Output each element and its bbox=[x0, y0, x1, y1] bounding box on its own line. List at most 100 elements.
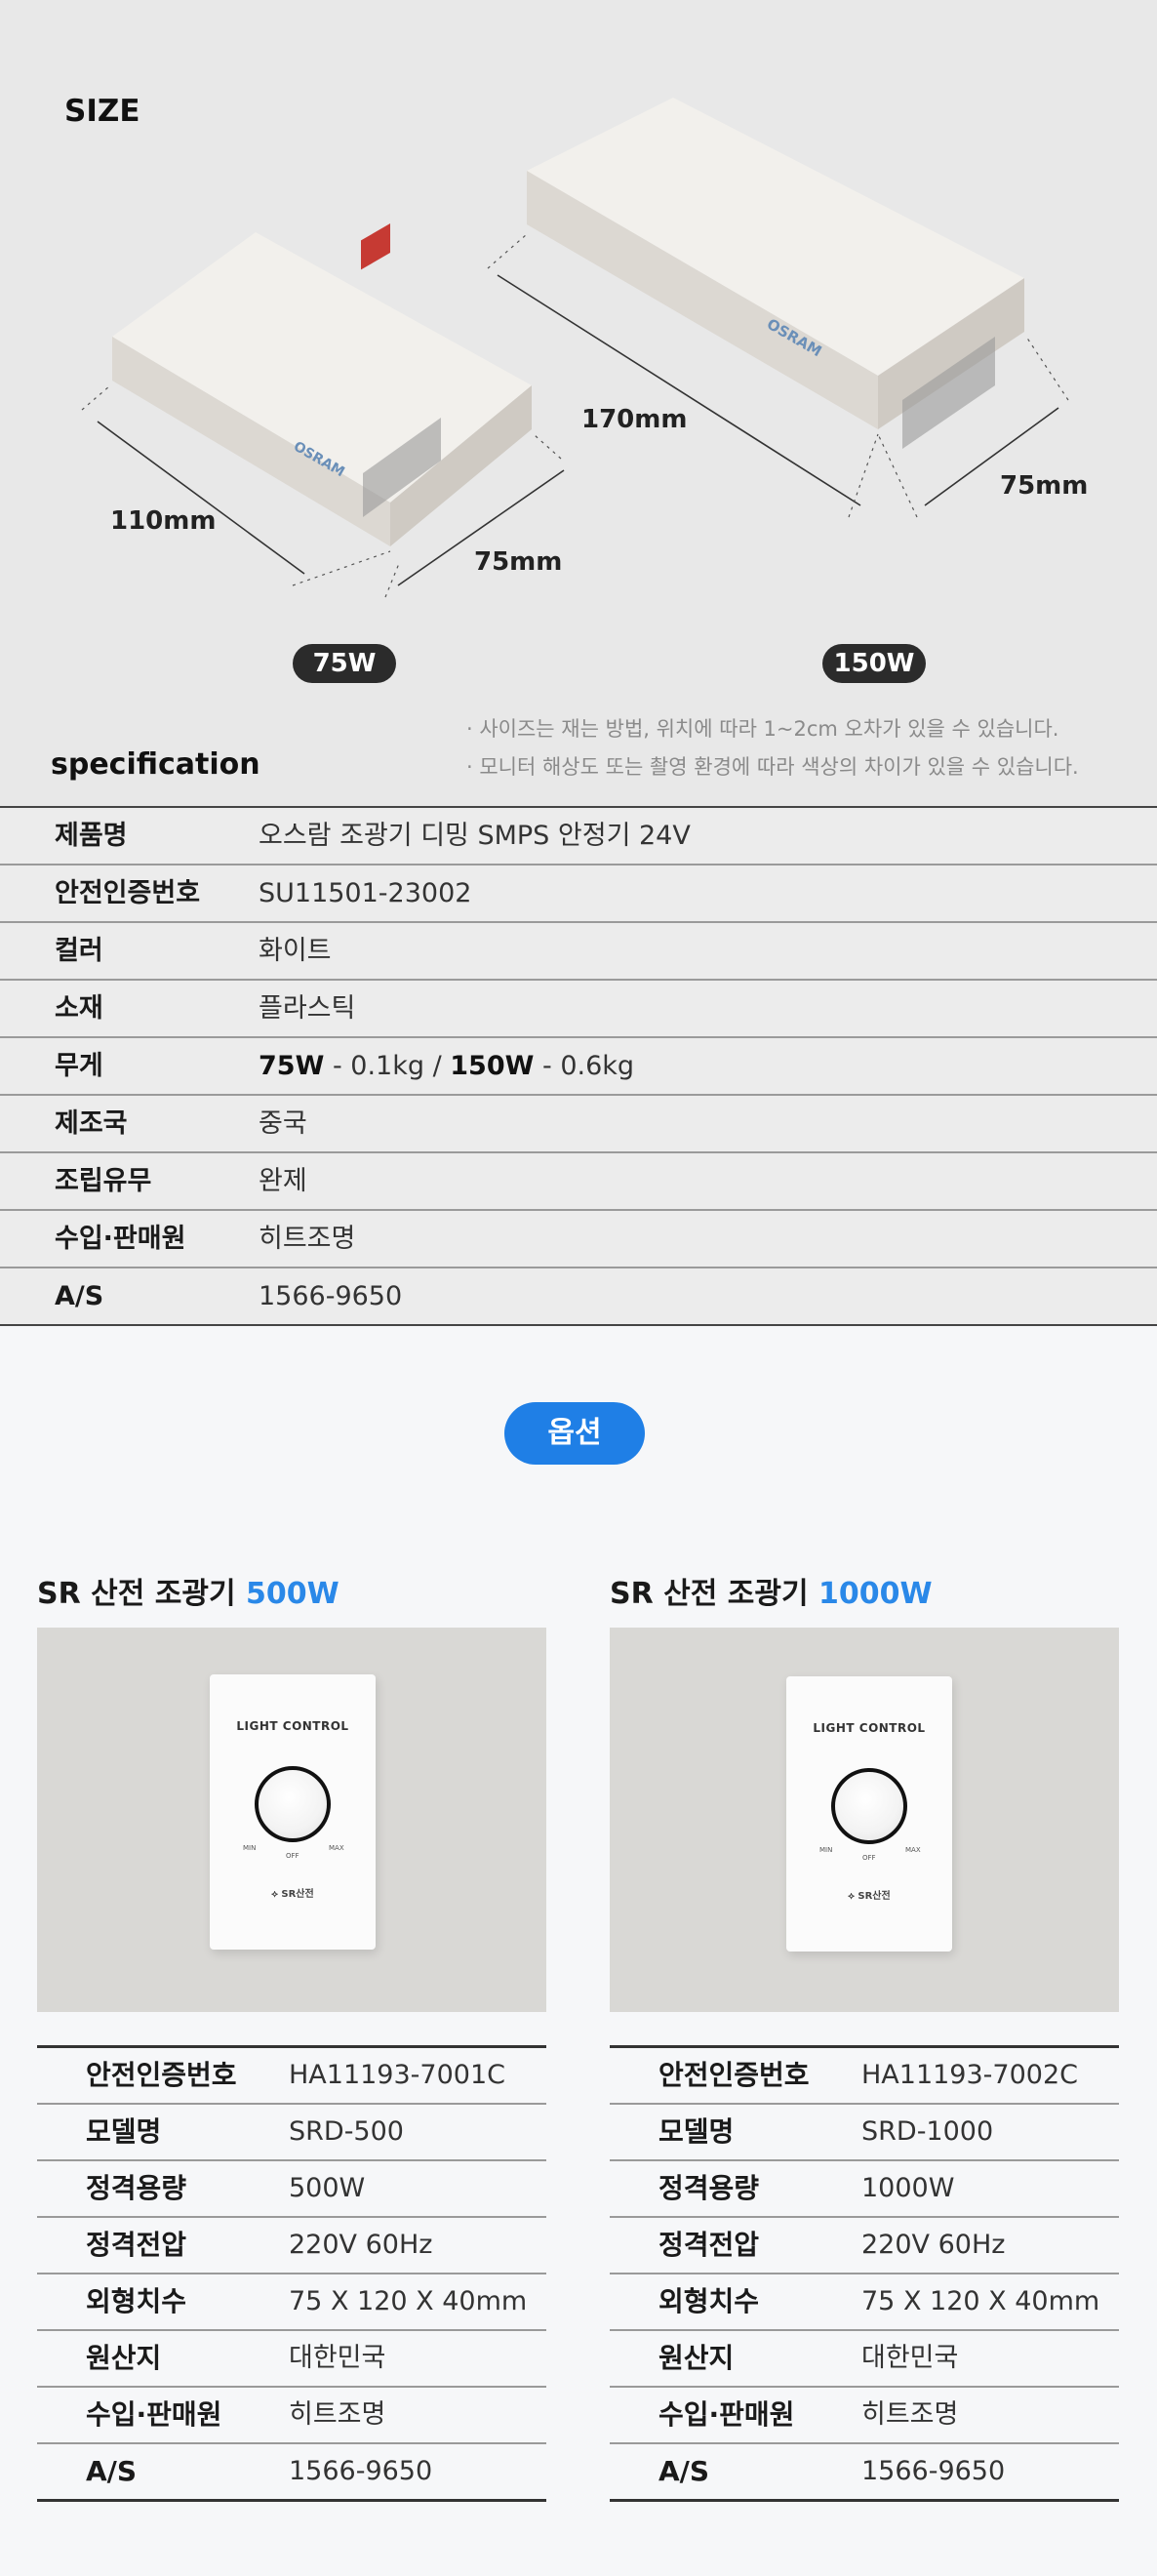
option-spec-key: 정격용량 bbox=[658, 2172, 760, 2204]
max-label: MAX bbox=[329, 1844, 344, 1852]
option-spec-value: 220V 60Hz bbox=[289, 2230, 433, 2260]
option-spec-value: HA11193-7002C bbox=[861, 2060, 1078, 2090]
spec-row: 수입·판매원 히트조명 bbox=[0, 1211, 1157, 1268]
option-spec-value: 히트조명 bbox=[289, 2399, 386, 2430]
dimmer-knob-icon bbox=[255, 1766, 331, 1842]
option-spec-row: 원산지 대한민국 bbox=[610, 2331, 1119, 2388]
spec-row: 제품명 오스람 조광기 디밍 SMPS 안정기 24V bbox=[0, 808, 1157, 865]
option-spec-row: A/S 1566-9650 bbox=[37, 2444, 546, 2502]
option-spec-value: HA11193-7001C bbox=[289, 2060, 505, 2090]
option-spec-key: 모델명 bbox=[658, 2115, 735, 2148]
product-title-watt: 500W bbox=[246, 1577, 339, 1611]
dim-150w-width: 75mm bbox=[1000, 471, 1089, 501]
weight-75w-value: - 0.1kg / bbox=[324, 1051, 451, 1081]
dim-75w-width: 75mm bbox=[474, 547, 563, 577]
spec-key: 컬러 bbox=[55, 936, 103, 966]
option-spec-row: 모델명 SRD-500 bbox=[37, 2105, 546, 2161]
driver-150w-image: OSRAM bbox=[527, 98, 1024, 449]
option-spec-key: 원산지 bbox=[86, 2342, 162, 2374]
note-size-tolerance: · 사이즈는 재는 방법, 위치에 따라 1~2cm 오차가 있을 수 있습니다… bbox=[466, 717, 1059, 741]
sr-brand-logo: ⟡ SR산전 bbox=[271, 1889, 314, 1900]
option-spec-value: 1566-9650 bbox=[289, 2456, 433, 2486]
spec-key: 소재 bbox=[55, 993, 103, 1024]
spec-value-weight: 75W - 0.1kg / 150W - 0.6kg bbox=[259, 1038, 634, 1094]
spec-value: 완제 bbox=[259, 1166, 307, 1196]
option-spec-row: 원산지 대한민국 bbox=[37, 2331, 546, 2388]
option-spec-value: SRD-1000 bbox=[861, 2116, 994, 2147]
spec-row: A/S 1566-9650 bbox=[0, 1268, 1157, 1326]
panel-label: LIGHT CONTROL bbox=[813, 1721, 926, 1735]
off-label: OFF bbox=[286, 1852, 299, 1860]
product-1000w-spec-table: 안전인증번호 HA11193-7002C 모델명 SRD-1000 정격용량 1000… bbox=[610, 2045, 1119, 2502]
off-label: OFF bbox=[862, 1854, 876, 1862]
min-label: MIN bbox=[243, 1844, 257, 1852]
option-spec-key: 정격용량 bbox=[86, 2172, 187, 2204]
option-spec-key: 모델명 bbox=[86, 2115, 162, 2148]
option-spec-value: SRD-500 bbox=[289, 2116, 404, 2147]
spec-value: 중국 bbox=[259, 1108, 307, 1139]
spec-key: 무게 bbox=[55, 1051, 103, 1081]
spec-value: SU11501-23002 bbox=[259, 878, 472, 908]
spec-row: 조립유무 완제 bbox=[0, 1153, 1157, 1211]
size-section: OSRAM OSRAM SIZE 110mm 75mm 170mm 75mm 7… bbox=[0, 0, 1157, 810]
spec-row: 안전인증번호 SU11501-23002 bbox=[0, 865, 1157, 923]
badge-150w: 150W bbox=[822, 644, 926, 683]
product-500w-spec-table: 안전인증번호 HA11193-7001C 모델명 SRD-500 정격용량 500W … bbox=[37, 2045, 546, 2502]
dim-150w-length: 170mm bbox=[581, 405, 688, 434]
dimmer-knob-icon bbox=[831, 1768, 907, 1844]
spec-value: 플라스틱 bbox=[259, 993, 356, 1024]
option-spec-row: A/S 1566-9650 bbox=[610, 2444, 1119, 2502]
option-spec-key: 정격전압 bbox=[86, 2229, 187, 2261]
product-title-main: SR 산전 조광기 bbox=[37, 1577, 247, 1611]
weight-150w-value: - 0.6kg bbox=[534, 1051, 635, 1081]
spec-value: 화이트 bbox=[259, 936, 332, 966]
option-spec-row: 모델명 SRD-1000 bbox=[610, 2105, 1119, 2161]
option-spec-row: 정격용량 500W bbox=[37, 2161, 546, 2218]
dimmer-plate: LIGHT CONTROL MIN OFF MAX ⟡ SR산전 bbox=[786, 1676, 952, 1952]
option-spec-row: 수입·판매원 히트조명 bbox=[37, 2388, 546, 2444]
weight-150w-label: 150W bbox=[450, 1051, 535, 1081]
spec-value: 히트조명 bbox=[259, 1224, 356, 1254]
option-spec-row: 안전인증번호 HA11193-7001C bbox=[37, 2048, 546, 2105]
option-spec-value: 1000W bbox=[861, 2173, 955, 2203]
option-spec-key: 외형치수 bbox=[658, 2285, 760, 2317]
spec-key: 수입·판매원 bbox=[55, 1224, 186, 1254]
product-title-watt: 1000W bbox=[818, 1577, 933, 1611]
option-spec-row: 안전인증번호 HA11193-7002C bbox=[610, 2048, 1119, 2105]
product-1000w-title: SR 산전 조광기 1000W bbox=[610, 1569, 933, 1612]
badge-75w: 75W bbox=[293, 644, 396, 683]
option-spec-row: 외형치수 75 X 120 X 40mm bbox=[37, 2274, 546, 2331]
note-color-difference: · 모니터 해상도 또는 촬영 환경에 따라 색상의 차이가 있을 수 있습니다… bbox=[466, 755, 1079, 779]
option-spec-row: 수입·판매원 히트조명 bbox=[610, 2388, 1119, 2444]
spec-value: 1566-9650 bbox=[259, 1281, 403, 1311]
option-spec-value: 대한민국 bbox=[289, 2343, 386, 2373]
spec-row: 컬러 화이트 bbox=[0, 923, 1157, 981]
panel-label: LIGHT CONTROL bbox=[236, 1719, 349, 1733]
option-spec-key: 안전인증번호 bbox=[658, 2059, 810, 2091]
option-spec-value: 75 X 120 X 40mm bbox=[289, 2286, 528, 2316]
option-spec-value: 500W bbox=[289, 2173, 366, 2203]
option-spec-value: 220V 60Hz bbox=[861, 2230, 1006, 2260]
option-spec-row: 정격전압 220V 60Hz bbox=[37, 2218, 546, 2274]
product-1000w-photo: LIGHT CONTROL MIN OFF MAX ⟡ SR산전 bbox=[610, 1628, 1119, 2012]
product-500w-photo: LIGHT CONTROL MIN OFF MAX ⟡ SR산전 bbox=[37, 1628, 546, 2012]
option-badge: 옵션 bbox=[504, 1402, 645, 1465]
option-spec-key: A/S bbox=[86, 2455, 138, 2487]
option-spec-key: A/S bbox=[658, 2455, 710, 2487]
spec-row-weight: 무게 75W - 0.1kg / 150W - 0.6kg bbox=[0, 1038, 1157, 1096]
product-title-main: SR 산전 조광기 bbox=[610, 1577, 819, 1611]
driver-illustration: OSRAM OSRAM bbox=[81, 98, 1069, 598]
spec-key: 제품명 bbox=[55, 821, 128, 851]
option-spec-key: 외형치수 bbox=[86, 2285, 187, 2317]
spec-table: 제품명 오스람 조광기 디밍 SMPS 안정기 24V 안전인증번호 SU11501… bbox=[0, 806, 1157, 1326]
option-spec-key: 원산지 bbox=[658, 2342, 735, 2374]
product-500w-title: SR 산전 조광기 500W bbox=[37, 1569, 339, 1612]
option-spec-key: 수입·판매원 bbox=[658, 2398, 795, 2431]
sr-brand-logo: ⟡ SR산전 bbox=[848, 1891, 891, 1902]
option-spec-value: 히트조명 bbox=[861, 2399, 959, 2430]
spec-row: 소재 플라스틱 bbox=[0, 981, 1157, 1038]
spec-key: A/S bbox=[55, 1281, 104, 1311]
spec-key: 안전인증번호 bbox=[55, 878, 201, 908]
option-spec-row: 정격전압 220V 60Hz bbox=[610, 2218, 1119, 2274]
dimmer-plate: LIGHT CONTROL MIN OFF MAX ⟡ SR산전 bbox=[210, 1674, 376, 1950]
